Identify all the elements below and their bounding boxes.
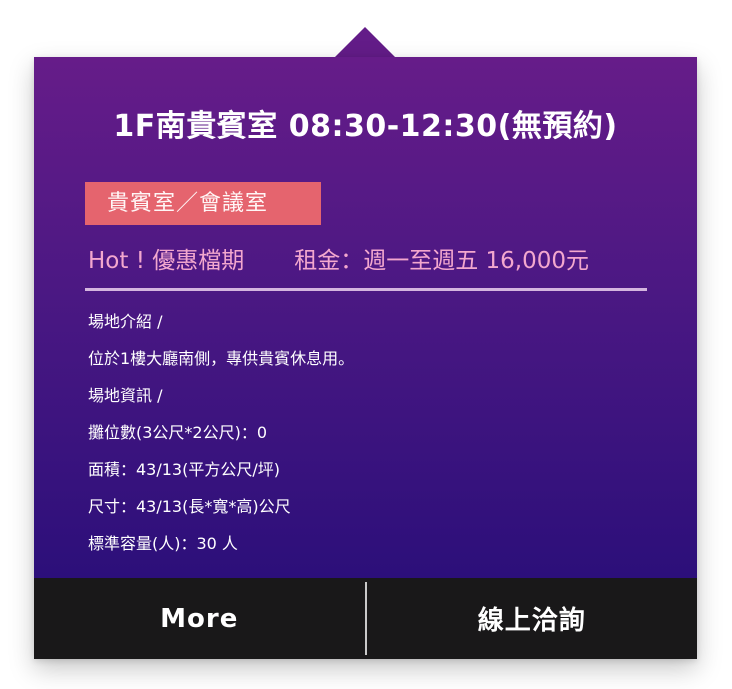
- detail-area: 面積：43/13(平方公尺/坪): [88, 460, 280, 479]
- detail-booth-count: 攤位數(3公尺*2公尺)：0: [88, 423, 268, 442]
- promo-row: Hot ! 優惠檔期 租金：週一至週五 16,000元: [88, 241, 648, 275]
- venue-card: 1F南貴賓室 08:30-12:30(無預約) 貴賓室／會議室 Hot ! 優惠…: [34, 57, 697, 578]
- detail-intro-text: 位於1樓大廳南側，專供貴賓休息用。: [88, 349, 355, 368]
- detail-capacity: 標準容量(人)：30 人: [88, 534, 238, 553]
- online-inquiry-button[interactable]: 線上洽詢: [367, 578, 698, 659]
- detail-dimensions: 尺寸：43/13(長*寬*高)公尺: [88, 497, 291, 516]
- category-badge: 貴賓室／會議室: [85, 182, 321, 225]
- detail-intro-heading: 場地介紹 /: [88, 312, 163, 331]
- venue-popup: 1F南貴賓室 08:30-12:30(無預約) 貴賓室／會議室 Hot ! 優惠…: [34, 57, 697, 659]
- divider: [85, 288, 647, 291]
- rent-text: 租金：週一至週五 16,000元: [294, 248, 590, 274]
- more-button[interactable]: More: [34, 578, 365, 659]
- venue-title: 1F南貴賓室 08:30-12:30(無預約): [113, 109, 618, 144]
- venue-details: 場地介紹 / 位於1樓大廳南側，專供貴賓休息用。 場地資訊 / 攤位數(3公尺*…: [88, 309, 648, 568]
- promo-label: Hot ! 優惠檔期: [88, 248, 245, 274]
- detail-info-heading: 場地資訊 /: [88, 386, 163, 405]
- popup-footer: More 線上洽詢: [34, 578, 697, 659]
- popover-arrow: [335, 27, 395, 57]
